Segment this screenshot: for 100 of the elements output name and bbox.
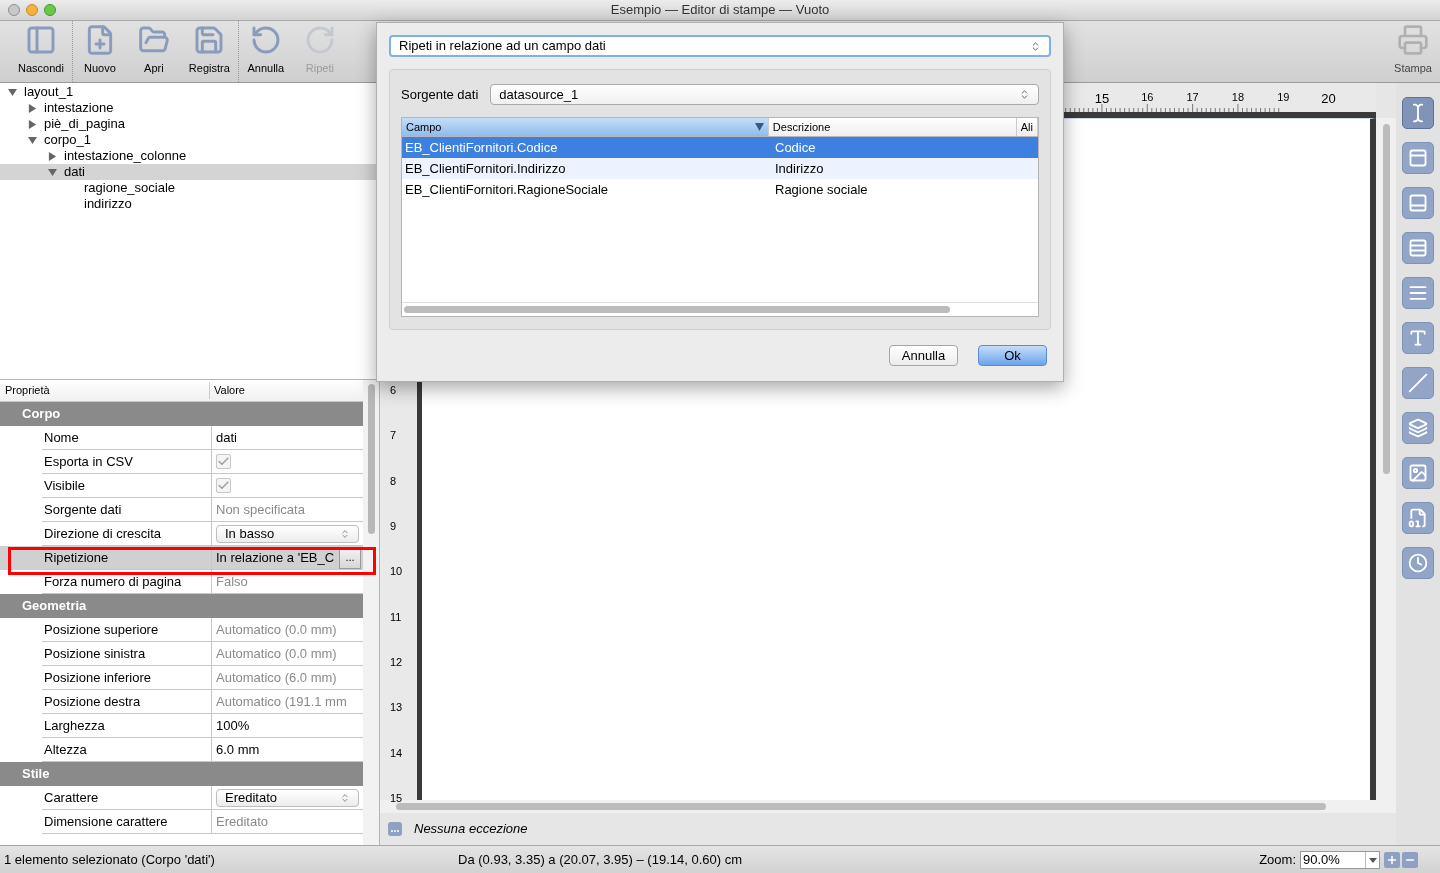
toolbar-button[interactable]: Nascondi [12, 21, 70, 82]
tree-item[interactable]: indirizzo [0, 196, 379, 212]
tool-button[interactable] [1402, 367, 1434, 399]
tool-button[interactable] [1402, 277, 1434, 309]
toolbar-button[interactable]: Nuovo [74, 21, 125, 82]
property-value: 6.0 mm [215, 740, 260, 759]
close-window-button[interactable] [8, 4, 20, 16]
print-button[interactable]: Stampa [1388, 21, 1438, 82]
property-label: Sorgente dati [42, 498, 212, 521]
ruler-label: 8 [390, 473, 397, 489]
tool-button[interactable] [1402, 457, 1434, 489]
column-header[interactable]: Ali [1016, 118, 1038, 136]
toolbar-button[interactable]: Apri [128, 21, 179, 82]
dialog-button[interactable]: Annulla [889, 345, 958, 366]
zoom-out-button[interactable] [1402, 851, 1418, 868]
zoom-label: Zoom: [1259, 850, 1296, 869]
ruler-label: 18 [1231, 90, 1245, 105]
property-label: Posizione destra [42, 690, 212, 713]
select-field[interactable]: Ereditato [216, 788, 359, 807]
clock-icon [1408, 553, 1428, 573]
property-row[interactable]: Larghezza 100% [0, 714, 363, 738]
updown-icon [1030, 40, 1041, 52]
ruler-label: 16 [1141, 90, 1154, 105]
tool-button[interactable] [1402, 412, 1434, 444]
tree-item[interactable]: piè_di_pagina [0, 116, 379, 132]
scrollbar-thumb[interactable] [396, 803, 1326, 810]
column-header[interactable]: Descrizione [768, 118, 1017, 136]
checkmark-icon [217, 479, 230, 492]
property-value: Non specificata [215, 500, 305, 519]
tree-item[interactable]: layout_1 [0, 84, 379, 100]
column-header[interactable]: Valore [210, 382, 245, 399]
property-value: In relazione a 'EB_C [215, 548, 335, 567]
data-source-select[interactable]: datasource_1 [490, 84, 1039, 105]
table-row[interactable]: EB_ClientiFornitori.Codice Codice [402, 137, 1038, 158]
updown-icon [340, 792, 350, 803]
ruler-label: 17 [1186, 90, 1199, 105]
expanded-triangle-icon[interactable] [8, 87, 17, 97]
tree-item[interactable]: intestazione_colonne [0, 148, 379, 164]
property-value: Automatico (0.0 mm) [215, 620, 337, 639]
zoom-window-button[interactable] [44, 4, 56, 16]
dropdown-arrow-icon [1365, 851, 1379, 868]
tool-button[interactable] [1402, 142, 1434, 174]
property-row[interactable]: Posizione destra Automatico (191.1 mm [0, 690, 363, 714]
property-row[interactable]: Visibile [0, 474, 363, 498]
toolbar-button[interactable]: Annulla [240, 21, 291, 82]
ruler-label: 10 [390, 564, 403, 580]
group-header: Geometria [0, 594, 363, 618]
column-header[interactable]: Proprietà [0, 382, 210, 399]
checkbox[interactable] [216, 478, 231, 493]
tree-item[interactable]: intestazione [0, 100, 379, 116]
property-row[interactable]: Sorgente dati Non specificata [0, 498, 363, 522]
exceptions-label: Nessuna eccezione [414, 820, 528, 839]
tool-button[interactable] [1402, 322, 1434, 354]
letter-icon [1408, 328, 1428, 348]
tree-item[interactable]: ragione_sociale [0, 180, 379, 196]
column-header[interactable]: Campo [402, 118, 769, 136]
collapsed-triangle-icon[interactable] [48, 151, 57, 161]
table-row[interactable]: EB_ClientiFornitori.Indirizzo Indirizzo [402, 158, 1038, 179]
tree-item[interactable]: corpo_1 [0, 132, 379, 148]
minimize-window-button[interactable] [26, 4, 38, 16]
tool-button[interactable] [1402, 97, 1434, 129]
zoom-in-button[interactable] [1384, 851, 1400, 868]
exceptions-icon[interactable] [388, 822, 402, 836]
expanded-triangle-icon[interactable] [28, 135, 37, 145]
checkbox[interactable] [216, 454, 231, 469]
tool-button[interactable] [1402, 187, 1434, 219]
repeat-mode-select[interactable]: Ripeti in relazione ad un campo dati [389, 35, 1051, 57]
scrollbar-thumb[interactable] [404, 306, 950, 313]
ruler-label: 12 [390, 654, 403, 670]
scrollbar-thumb[interactable] [1382, 124, 1390, 474]
ruler-label: 7 [390, 428, 397, 444]
dialog-button[interactable]: Ok [978, 345, 1047, 366]
zoom-combo[interactable]: 90.0% [1300, 850, 1380, 869]
collapsed-triangle-icon[interactable] [28, 119, 37, 129]
select-field[interactable]: In basso [216, 524, 359, 543]
collapsed-triangle-icon[interactable] [28, 103, 37, 113]
property-row[interactable]: Posizione inferiore Automatico (6.0 mm) [0, 666, 363, 690]
tool-button[interactable] [1402, 502, 1434, 534]
toolbar-button[interactable]: Registra [182, 21, 236, 82]
property-label: Forza numero di pagina [42, 570, 212, 593]
property-label: Esporta in CSV [42, 450, 212, 473]
tool-button[interactable] [1402, 547, 1434, 579]
expanded-triangle-icon[interactable] [48, 167, 57, 177]
property-row[interactable]: Esporta in CSV [0, 450, 363, 474]
tree-item[interactable]: dati [0, 164, 379, 180]
image-icon [1408, 463, 1428, 483]
ruler-label: 14 [390, 745, 403, 761]
property-row[interactable]: Posizione sinistra Automatico (0.0 mm) [0, 642, 363, 666]
panel-top-icon [1408, 148, 1428, 168]
property-row[interactable]: Nome dati [0, 426, 363, 450]
property-row[interactable]: Carattere Ereditato [0, 786, 363, 810]
layers-icon [1408, 418, 1428, 438]
scrollbar-thumb[interactable] [367, 384, 375, 534]
property-label: Larghezza [42, 714, 212, 737]
page-number-icon [1408, 508, 1428, 528]
property-row[interactable]: Dimensione carattere Ereditato [0, 810, 363, 834]
ruler-label: 13 [390, 700, 403, 716]
tool-button[interactable] [1402, 232, 1434, 264]
property-row[interactable]: Ripetizione In relazione a 'EB_C ... [0, 546, 363, 570]
property-row[interactable]: Posizione superiore Automatico (0.0 mm) [0, 618, 363, 642]
